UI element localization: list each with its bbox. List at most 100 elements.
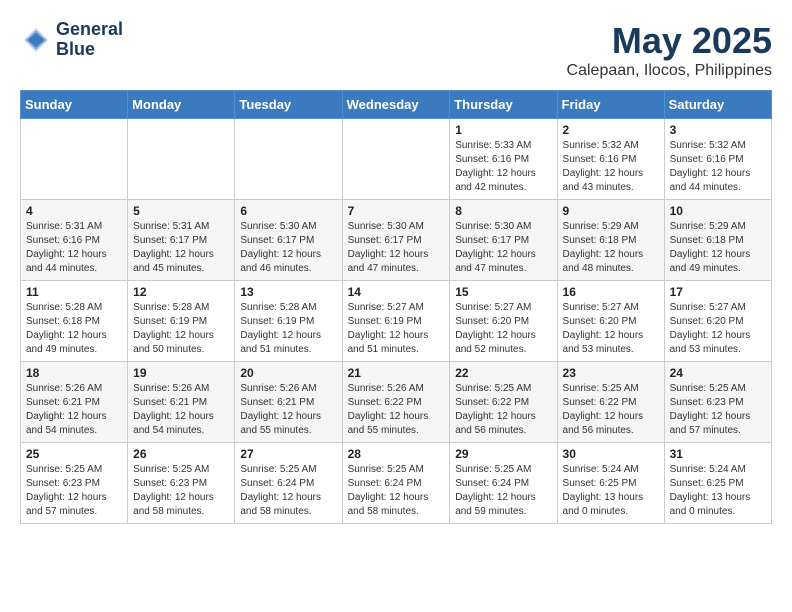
calendar-cell: 26 Sunrise: 5:25 AM Sunset: 6:23 PM Dayli… <box>128 443 235 524</box>
weekday-header-wednesday: Wednesday <box>342 91 450 119</box>
title-area: May 2025 Calepaan, Ilocos, Philippines <box>567 20 772 80</box>
calendar-cell: 21 Sunrise: 5:26 AM Sunset: 6:22 PM Dayli… <box>342 362 450 443</box>
calendar-week-row: 11 Sunrise: 5:28 AM Sunset: 6:18 PM Dayli… <box>21 281 772 362</box>
day-number: 1 <box>455 123 551 137</box>
day-number: 8 <box>455 204 551 218</box>
calendar-cell: 17 Sunrise: 5:27 AM Sunset: 6:20 PM Dayli… <box>664 281 771 362</box>
page-header: General Blue May 2025 Calepaan, Ilocos, … <box>20 20 772 80</box>
weekday-header-sunday: Sunday <box>21 91 128 119</box>
weekday-header-row: SundayMondayTuesdayWednesdayThursdayFrid… <box>21 91 772 119</box>
day-info: Sunrise: 5:31 AM Sunset: 6:17 PM Dayligh… <box>133 220 229 276</box>
day-info: Sunrise: 5:25 AM Sunset: 6:22 PM Dayligh… <box>563 382 659 438</box>
day-info: Sunrise: 5:25 AM Sunset: 6:24 PM Dayligh… <box>455 463 551 519</box>
day-number: 27 <box>240 447 336 461</box>
calendar-cell <box>128 119 235 200</box>
day-number: 3 <box>670 123 766 137</box>
day-info: Sunrise: 5:28 AM Sunset: 6:18 PM Dayligh… <box>26 301 122 357</box>
calendar-cell: 29Sunrise: 5:25 AM Sunset: 6:24 PM Dayli… <box>450 443 557 524</box>
calendar-week-row: 4Sunrise: 5:31 AM Sunset: 6:16 PM Daylig… <box>21 200 772 281</box>
day-info: Sunrise: 5:28 AM Sunset: 6:19 PM Dayligh… <box>240 301 336 357</box>
day-info: Sunrise: 5:25 AM Sunset: 6:23 PM Dayligh… <box>133 463 229 519</box>
day-info: Sunrise: 5:24 AM Sunset: 6:25 PM Dayligh… <box>670 463 766 519</box>
day-number: 31 <box>670 447 766 461</box>
calendar-cell <box>235 119 342 200</box>
day-number: 14 <box>348 285 445 299</box>
calendar-table: SundayMondayTuesdayWednesdayThursdayFrid… <box>20 90 772 524</box>
day-number: 12 <box>133 285 229 299</box>
day-info: Sunrise: 5:26 AM Sunset: 6:21 PM Dayligh… <box>240 382 336 438</box>
day-info: Sunrise: 5:26 AM Sunset: 6:22 PM Dayligh… <box>348 382 445 438</box>
day-info: Sunrise: 5:25 AM Sunset: 6:23 PM Dayligh… <box>26 463 122 519</box>
calendar-cell: 20 Sunrise: 5:26 AM Sunset: 6:21 PM Dayli… <box>235 362 342 443</box>
day-info: Sunrise: 5:27 AM Sunset: 6:20 PM Dayligh… <box>670 301 766 357</box>
calendar-cell: 18Sunrise: 5:26 AM Sunset: 6:21 PM Dayli… <box>21 362 128 443</box>
day-number: 30 <box>563 447 659 461</box>
day-info: Sunrise: 5:27 AM Sunset: 6:19 PM Dayligh… <box>348 301 445 357</box>
calendar-cell: 25 Sunrise: 5:25 AM Sunset: 6:23 PM Dayli… <box>21 443 128 524</box>
logo-icon <box>20 24 52 56</box>
day-number: 11 <box>26 285 122 299</box>
day-number: 20 <box>240 366 336 380</box>
day-info: Sunrise: 5:27 AM Sunset: 6:20 PM Dayligh… <box>563 301 659 357</box>
day-number: 13 <box>240 285 336 299</box>
calendar-cell: 12 Sunrise: 5:28 AM Sunset: 6:19 PM Dayli… <box>128 281 235 362</box>
logo: General Blue <box>20 20 123 60</box>
day-number: 10 <box>670 204 766 218</box>
day-info: Sunrise: 5:30 AM Sunset: 6:17 PM Dayligh… <box>240 220 336 276</box>
day-number: 21 <box>348 366 445 380</box>
day-number: 6 <box>240 204 336 218</box>
day-info: Sunrise: 5:27 AM Sunset: 6:20 PM Dayligh… <box>455 301 551 357</box>
day-info: Sunrise: 5:25 AM Sunset: 6:24 PM Dayligh… <box>240 463 336 519</box>
day-info: Sunrise: 5:25 AM Sunset: 6:22 PM Dayligh… <box>455 382 551 438</box>
day-info: Sunrise: 5:29 AM Sunset: 6:18 PM Dayligh… <box>563 220 659 276</box>
calendar-cell: 2Sunrise: 5:32 AM Sunset: 6:16 PM Daylig… <box>557 119 664 200</box>
day-info: Sunrise: 5:24 AM Sunset: 6:25 PM Dayligh… <box>563 463 659 519</box>
calendar-cell <box>21 119 128 200</box>
day-number: 19 <box>133 366 229 380</box>
day-info: Sunrise: 5:33 AM Sunset: 6:16 PM Dayligh… <box>455 139 551 195</box>
calendar-cell: 9 Sunrise: 5:29 AM Sunset: 6:18 PM Daylig… <box>557 200 664 281</box>
weekday-header-friday: Friday <box>557 91 664 119</box>
day-number: 5 <box>133 204 229 218</box>
day-info: Sunrise: 5:26 AM Sunset: 6:21 PM Dayligh… <box>133 382 229 438</box>
day-number: 2 <box>563 123 659 137</box>
day-info: Sunrise: 5:32 AM Sunset: 6:16 PM Dayligh… <box>670 139 766 195</box>
day-number: 24 <box>670 366 766 380</box>
calendar-cell: 13 Sunrise: 5:28 AM Sunset: 6:19 PM Dayli… <box>235 281 342 362</box>
calendar-cell: 15 Sunrise: 5:27 AM Sunset: 6:20 PM Dayli… <box>450 281 557 362</box>
calendar-cell: 30 Sunrise: 5:24 AM Sunset: 6:25 PM Dayli… <box>557 443 664 524</box>
calendar-cell: 6 Sunrise: 5:30 AM Sunset: 6:17 PM Daylig… <box>235 200 342 281</box>
calendar-week-row: 1 Sunrise: 5:33 AM Sunset: 6:16 PM Daylig… <box>21 119 772 200</box>
location-title: Calepaan, Ilocos, Philippines <box>567 62 772 80</box>
day-number: 23 <box>563 366 659 380</box>
day-number: 7 <box>348 204 445 218</box>
day-number: 16 <box>563 285 659 299</box>
calendar-cell: 8 Sunrise: 5:30 AM Sunset: 6:17 PM Daylig… <box>450 200 557 281</box>
logo-text: General Blue <box>56 20 123 60</box>
month-title: May 2025 <box>567 20 772 62</box>
calendar-cell: 7Sunrise: 5:30 AM Sunset: 6:17 PM Daylig… <box>342 200 450 281</box>
calendar-cell: 22Sunrise: 5:25 AM Sunset: 6:22 PM Dayli… <box>450 362 557 443</box>
calendar-cell: 23 Sunrise: 5:25 AM Sunset: 6:22 PM Dayli… <box>557 362 664 443</box>
day-info: Sunrise: 5:25 AM Sunset: 6:24 PM Dayligh… <box>348 463 445 519</box>
day-number: 25 <box>26 447 122 461</box>
calendar-cell: 14 Sunrise: 5:27 AM Sunset: 6:19 PM Dayli… <box>342 281 450 362</box>
day-info: Sunrise: 5:30 AM Sunset: 6:17 PM Dayligh… <box>455 220 551 276</box>
day-number: 9 <box>563 204 659 218</box>
day-number: 17 <box>670 285 766 299</box>
day-number: 28 <box>348 447 445 461</box>
day-info: Sunrise: 5:31 AM Sunset: 6:16 PM Dayligh… <box>26 220 122 276</box>
calendar-cell: 5 Sunrise: 5:31 AM Sunset: 6:17 PM Daylig… <box>128 200 235 281</box>
calendar-week-row: 18Sunrise: 5:26 AM Sunset: 6:21 PM Dayli… <box>21 362 772 443</box>
day-info: Sunrise: 5:25 AM Sunset: 6:23 PM Dayligh… <box>670 382 766 438</box>
day-info: Sunrise: 5:28 AM Sunset: 6:19 PM Dayligh… <box>133 301 229 357</box>
calendar-cell: 10 Sunrise: 5:29 AM Sunset: 6:18 PM Dayli… <box>664 200 771 281</box>
day-number: 15 <box>455 285 551 299</box>
calendar-week-row: 25 Sunrise: 5:25 AM Sunset: 6:23 PM Dayli… <box>21 443 772 524</box>
day-number: 26 <box>133 447 229 461</box>
day-info: Sunrise: 5:29 AM Sunset: 6:18 PM Dayligh… <box>670 220 766 276</box>
weekday-header-monday: Monday <box>128 91 235 119</box>
calendar-cell: 27 Sunrise: 5:25 AM Sunset: 6:24 PM Dayli… <box>235 443 342 524</box>
calendar-cell: 11 Sunrise: 5:28 AM Sunset: 6:18 PM Dayli… <box>21 281 128 362</box>
day-info: Sunrise: 5:26 AM Sunset: 6:21 PM Dayligh… <box>26 382 122 438</box>
